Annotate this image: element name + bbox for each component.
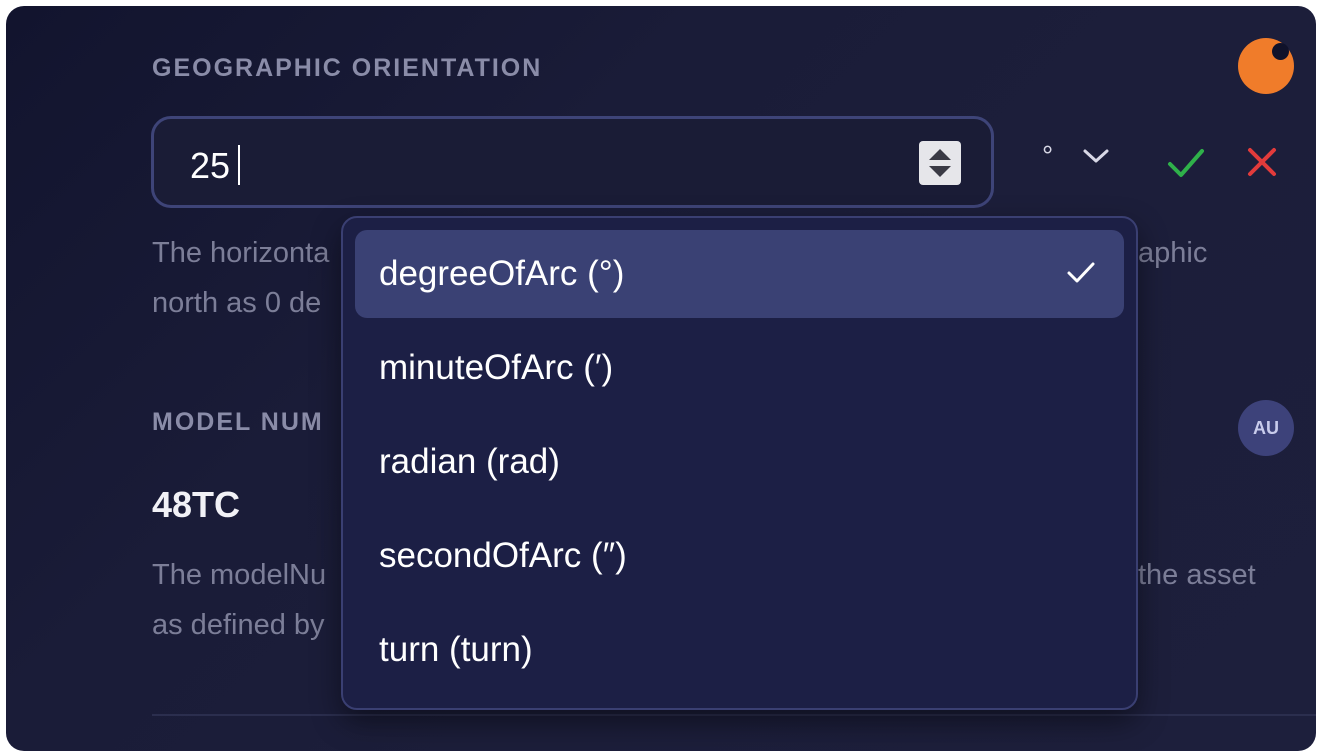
orientation-value-text[interactable]: 25 xyxy=(190,145,230,187)
user-avatar[interactable] xyxy=(1238,38,1294,94)
unit-symbol: ° xyxy=(1042,140,1054,171)
check-icon xyxy=(1067,262,1095,283)
orientation-editor-panel: GEOGRAPHIC ORIENTATION 25 ° The horizont… xyxy=(6,6,1316,751)
unit-option-label: minuteOfArc (′) xyxy=(379,348,614,387)
model-number-label: MODEL NUM xyxy=(152,408,324,436)
close-icon[interactable] xyxy=(1246,146,1278,178)
model-description-line1-tail: the asset xyxy=(1138,559,1256,591)
unit-option-label: degreeOfArc (°) xyxy=(379,254,625,293)
stepper-down-icon[interactable] xyxy=(929,166,951,177)
model-description-line1: The modelNu xyxy=(152,559,327,591)
unit-option-radian[interactable]: radian (rad) xyxy=(355,418,1124,506)
unit-option-label: radian (rad) xyxy=(379,442,560,481)
unit-option-second[interactable]: secondOfArc (″) xyxy=(355,512,1124,600)
unit-option-degree[interactable]: degreeOfArc (°) xyxy=(355,230,1124,318)
model-number-value: 48TC xyxy=(152,484,241,525)
orientation-description-line2: north as 0 de xyxy=(152,287,322,319)
model-description-line2: as defined by xyxy=(152,609,325,641)
stepper-up-icon[interactable] xyxy=(929,149,951,160)
value-stepper[interactable] xyxy=(919,141,961,185)
model-avatar[interactable]: AU xyxy=(1238,400,1294,456)
unit-option-label: secondOfArc (″) xyxy=(379,536,627,575)
orientation-description-line1-tail: aphic xyxy=(1138,237,1208,269)
orientation-value-input[interactable]: 25 xyxy=(151,116,994,208)
unit-dropdown-menu: degreeOfArc (°) minuteOfArc (′) radian (… xyxy=(341,216,1138,710)
unit-option-minute[interactable]: minuteOfArc (′) xyxy=(355,324,1124,412)
unit-select[interactable]: ° xyxy=(1036,140,1120,180)
chevron-down-icon[interactable] xyxy=(1082,146,1110,166)
text-caret xyxy=(238,145,240,185)
unit-option-label: turn (turn) xyxy=(379,630,533,669)
orientation-section-label: GEOGRAPHIC ORIENTATION xyxy=(152,54,543,82)
section-divider xyxy=(152,714,1316,716)
check-icon[interactable] xyxy=(1166,146,1206,180)
unit-option-turn[interactable]: turn (turn) xyxy=(355,606,1124,694)
orientation-description-line1: The horizonta xyxy=(152,237,330,269)
